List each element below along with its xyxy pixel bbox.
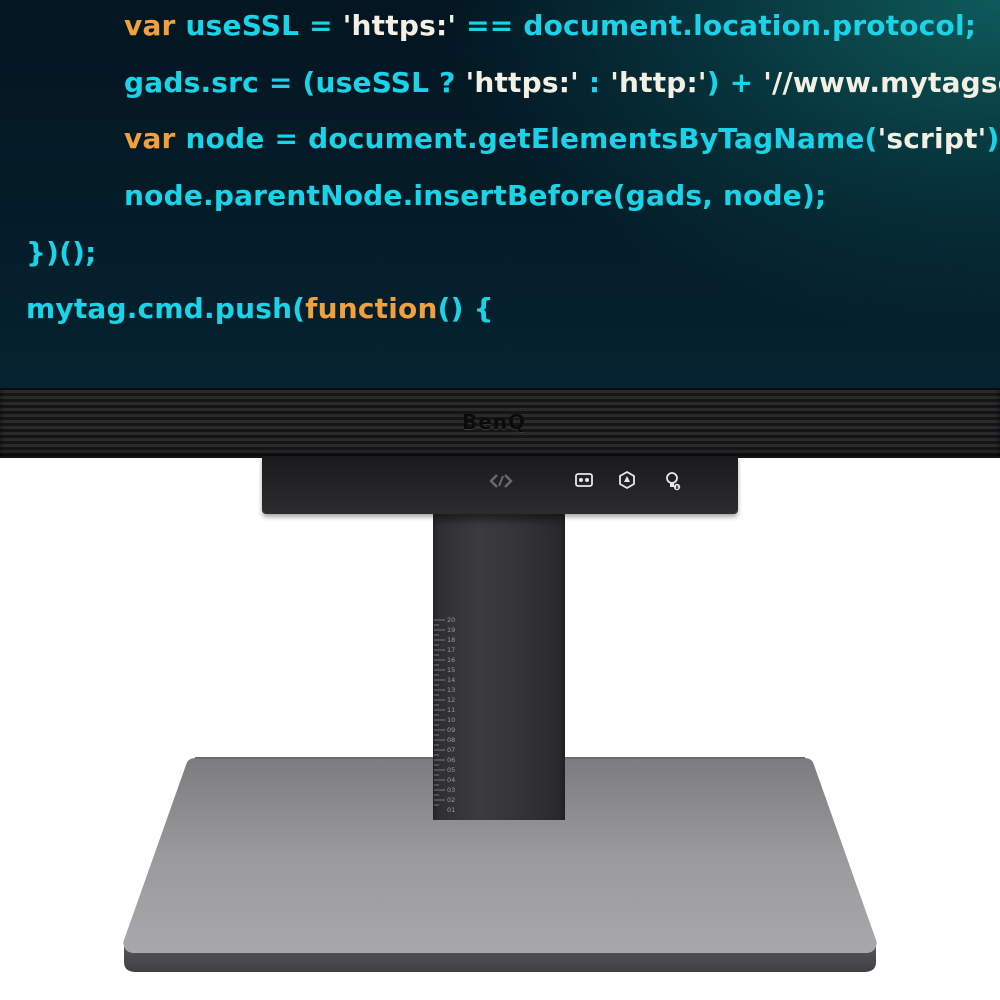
- scale-label: 20: [447, 616, 456, 624]
- scale-label: 14: [447, 676, 456, 684]
- switch-arrows-icon[interactable]: [488, 471, 514, 491]
- eye-care-icon[interactable]: [574, 470, 594, 490]
- scale-label: 01: [447, 806, 456, 814]
- scale-label: 19: [447, 626, 456, 634]
- scale-label: 08: [447, 736, 456, 744]
- scale-label: 11: [447, 706, 456, 714]
- brightness-sensor-icon[interactable]: B: [663, 470, 683, 491]
- scale-label: 03: [447, 786, 456, 794]
- scale-label: 15: [447, 666, 456, 674]
- scale-label: 07: [447, 746, 456, 754]
- scale-label: 12: [447, 696, 456, 704]
- scale-label: 13: [447, 686, 456, 694]
- scale-label: 17: [447, 646, 456, 654]
- scale-label: 09: [447, 726, 456, 734]
- scale-label: 06: [447, 756, 456, 764]
- svg-text:B: B: [676, 485, 679, 490]
- scale-label: 02: [447, 796, 456, 804]
- scale-label: 16: [447, 656, 456, 664]
- scale-label: 04: [447, 776, 456, 784]
- color-mode-icon[interactable]: [617, 470, 637, 490]
- scale-label: 10: [447, 716, 456, 724]
- scale-label: 05: [447, 766, 456, 774]
- scale-label: 18: [447, 636, 456, 644]
